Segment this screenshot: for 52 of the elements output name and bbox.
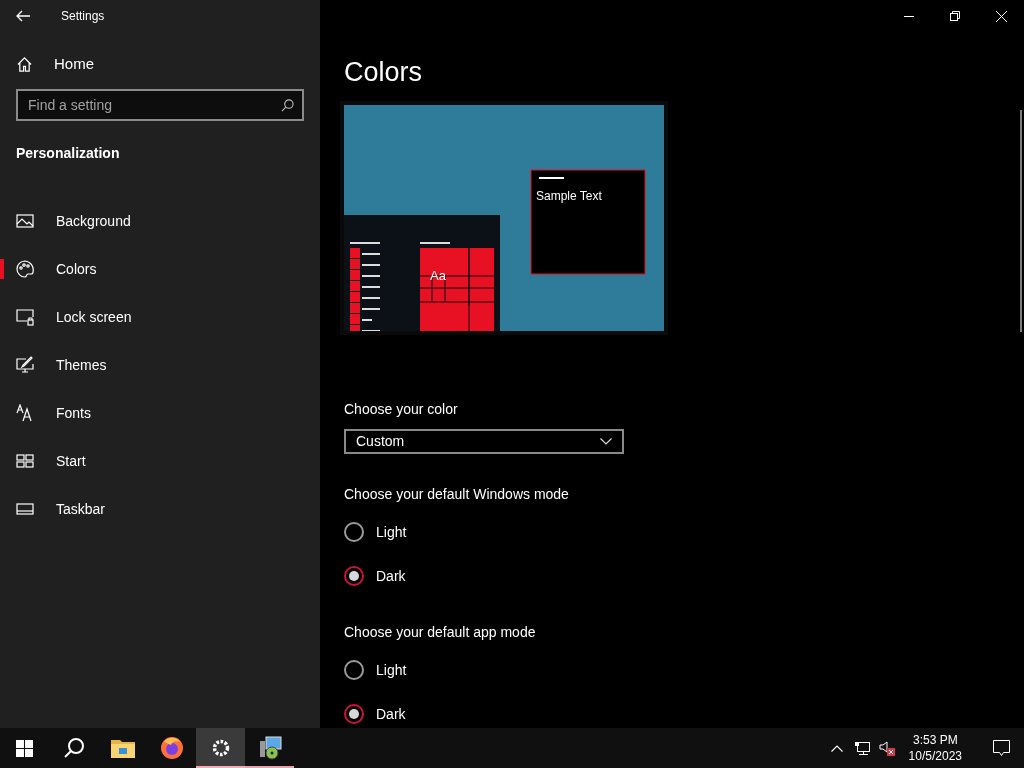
group-heading: Choose your default app mode bbox=[344, 623, 537, 642]
nav-item[interactable]: Fonts bbox=[0, 389, 320, 437]
muted-speaker-icon[interactable] bbox=[878, 740, 895, 756]
pen-monitor-icon bbox=[16, 356, 34, 374]
search-field[interactable]: Find a setting bbox=[16, 89, 304, 121]
picture-icon bbox=[16, 212, 34, 230]
window-title: Settings bbox=[61, 8, 105, 25]
speech-bubble-icon bbox=[992, 740, 1010, 756]
letters-icon bbox=[16, 404, 34, 422]
radio-option[interactable]: Light bbox=[344, 654, 1024, 686]
radio-button[interactable] bbox=[344, 660, 364, 680]
nav-item[interactable]: Background bbox=[0, 197, 320, 245]
color-dropdown[interactable]: Custom bbox=[344, 429, 624, 454]
page-title: Colors bbox=[344, 56, 424, 89]
chevron-down-icon bbox=[600, 438, 612, 445]
taskbar-icon bbox=[16, 500, 34, 518]
radio-option[interactable]: Dark bbox=[344, 560, 1024, 592]
radio-option[interactable]: Dark bbox=[344, 698, 1024, 730]
section-heading: Personalization bbox=[15, 144, 121, 163]
computer-disc-icon bbox=[257, 736, 282, 760]
network-icon[interactable] bbox=[854, 740, 871, 756]
gear-icon bbox=[210, 738, 231, 758]
clock[interactable]: 3:53 PM 10/5/2023 bbox=[908, 732, 962, 764]
radio-button[interactable] bbox=[344, 566, 364, 586]
monitor-lock-icon bbox=[16, 308, 34, 326]
home-link[interactable]: Home bbox=[0, 41, 320, 87]
scrollbar[interactable] bbox=[1020, 110, 1022, 332]
nav-item[interactable]: Start bbox=[0, 437, 320, 485]
group-heading: Choose your default Windows mode bbox=[344, 485, 570, 504]
radio-option[interactable]: Light bbox=[344, 516, 1024, 548]
back-arrow-icon bbox=[16, 10, 30, 22]
close-icon bbox=[995, 10, 1007, 22]
nav-item[interactable]: Themes bbox=[0, 341, 320, 389]
palette-icon bbox=[16, 260, 34, 278]
nav-item[interactable]: Lock screen bbox=[0, 293, 320, 341]
taskbar-button[interactable] bbox=[196, 728, 245, 768]
tiles-icon bbox=[16, 452, 34, 470]
search-icon bbox=[281, 99, 294, 112]
restore-icon bbox=[950, 11, 960, 21]
minimize-icon bbox=[904, 15, 914, 17]
radio-button[interactable] bbox=[344, 704, 364, 724]
windows-logo-icon bbox=[16, 739, 33, 757]
browser-icon bbox=[159, 736, 184, 760]
chevron-up-icon[interactable] bbox=[830, 744, 843, 752]
sample-text: Sample Text bbox=[536, 188, 602, 205]
tile-text: Aa bbox=[430, 267, 446, 285]
home-icon bbox=[17, 56, 32, 72]
search-icon bbox=[62, 737, 85, 759]
nav-item[interactable]: Taskbar bbox=[0, 485, 320, 533]
field-label: Choose your color bbox=[344, 400, 459, 419]
radio-button[interactable] bbox=[344, 522, 364, 542]
folder-icon bbox=[110, 738, 135, 758]
